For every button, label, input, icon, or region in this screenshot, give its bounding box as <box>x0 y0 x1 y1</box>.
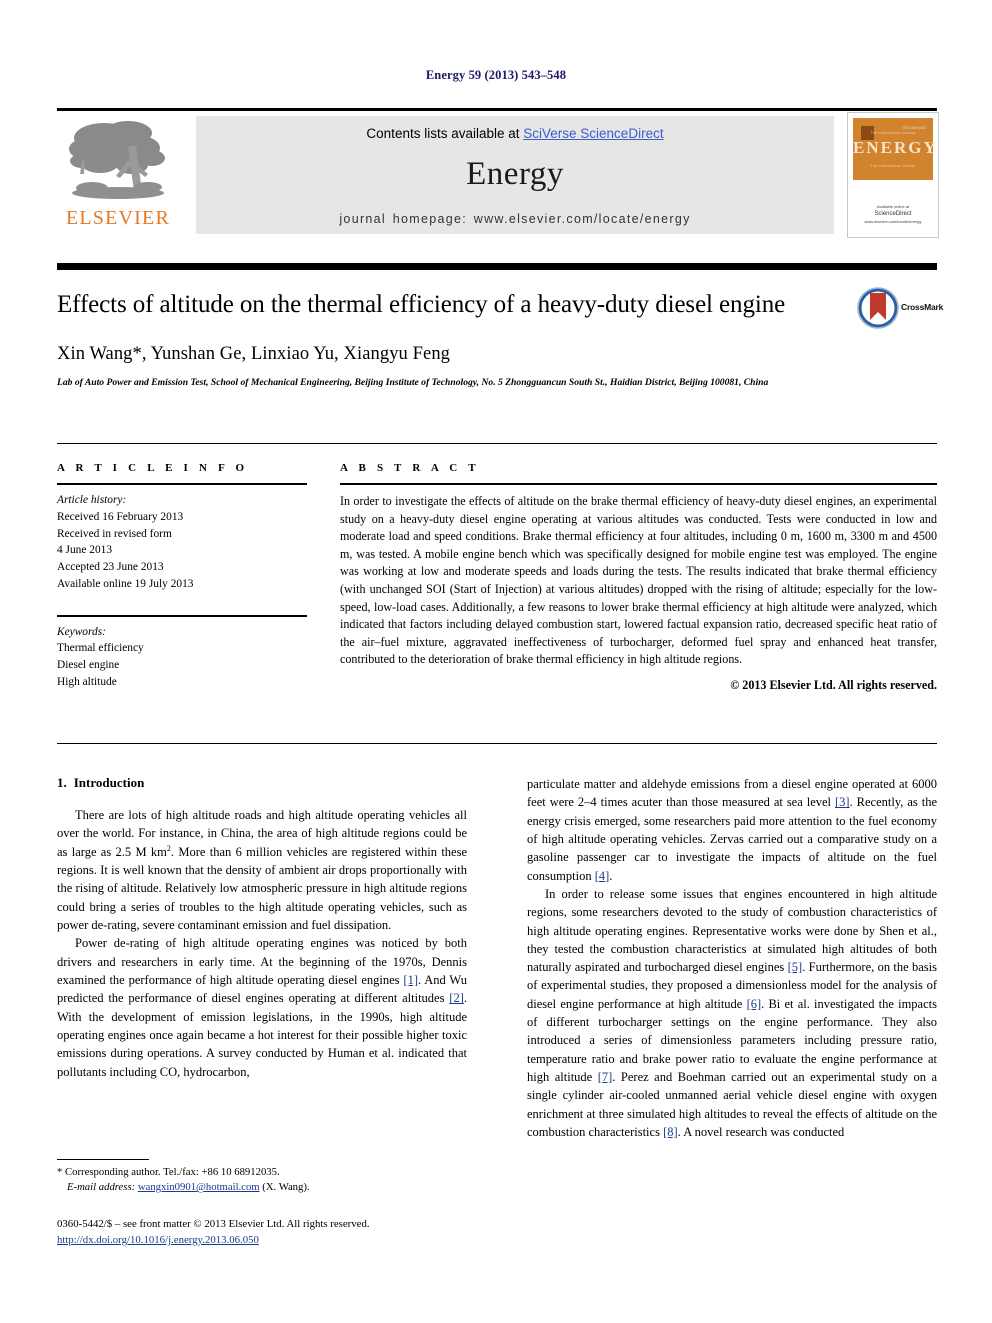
cover-orange-band: ISSN 0360-5442 The International Journal… <box>853 118 938 180</box>
article-info-heading: A R T I C L E I N F O <box>57 462 249 474</box>
paragraph: There are lots of high altitude roads an… <box>57 806 467 934</box>
author-list: Xin Wang*, Yunshan Ge, Linxiao Yu, Xiang… <box>57 344 847 365</box>
cover-footer: Available online at ScienceDirect www.el… <box>848 204 938 225</box>
issn-copyright-line: 0360-5442/$ – see front matter © 2013 El… <box>57 1218 370 1230</box>
affiliation: Lab of Auto Power and Emission Test, Sch… <box>57 376 769 388</box>
paragraph: In order to release some issues that eng… <box>527 885 937 1141</box>
doi-link[interactable]: http://dx.doi.org/10.1016/j.energy.2013.… <box>57 1234 259 1246</box>
corresponding-author-note: * Corresponding author. Tel./fax: +86 10… <box>57 1166 280 1178</box>
section-title: Introduction <box>73 775 145 790</box>
journal-cover-thumbnail[interactable]: ISSN 0360-5442 The International Journal… <box>847 112 939 238</box>
sciencedirect-link[interactable]: SciVerse ScienceDirect <box>523 126 663 141</box>
abstract-heading: A B S T R A C T <box>340 462 480 474</box>
history-item: Received 16 February 2013 <box>57 510 184 523</box>
email-label: E-mail address: <box>67 1181 136 1194</box>
history-item: 4 June 2013 <box>57 544 113 557</box>
email-suffix: (X. Wang). <box>259 1181 310 1194</box>
crossmark-label: CrossMark <box>901 302 944 312</box>
history-item: Accepted 23 June 2013 <box>57 561 164 574</box>
journal-masthead: ELSEVIER Contents lists available at Sci… <box>57 108 939 270</box>
journal-homepage-line[interactable]: journal homepage: www.elsevier.com/locat… <box>196 212 834 226</box>
citation-link-1[interactable]: [1] <box>403 973 418 987</box>
keyword-item: High altitude <box>57 675 117 688</box>
keyword-item: Diesel engine <box>57 659 120 672</box>
abstract-text: In order to investigate the effects of a… <box>340 494 937 667</box>
rp2-segment-e: . A novel research was conducted <box>677 1124 845 1139</box>
cover-top-micro-text: The International Journal <box>870 131 916 135</box>
cover-bottom-micro-text: The International Journal <box>870 164 916 168</box>
cover-issn-text: ISSN 0360-5442 <box>902 126 926 130</box>
crossmark-icon <box>857 287 899 329</box>
masthead-top-rule <box>57 108 937 111</box>
imprint-block: 0360-5442/$ – see front matter © 2013 El… <box>57 1216 527 1248</box>
keywords-rule <box>57 614 307 617</box>
imprint-rule <box>57 1208 937 1209</box>
crossmark-badge[interactable]: CrossMark <box>857 287 945 331</box>
masthead-center-panel: Contents lists available at SciVerse Sci… <box>196 116 834 234</box>
elsevier-tree-icon <box>69 121 165 199</box>
abstract-copyright: © 2013 Elsevier Ltd. All rights reserved… <box>730 677 937 692</box>
abstract-rule <box>340 483 937 485</box>
cover-band-title: ENERGY <box>853 138 938 157</box>
title-block: Effects of altitude on the thermal effic… <box>57 288 847 389</box>
rp1-segment-c: . <box>609 868 613 883</box>
keywords-label: Keywords: <box>57 625 106 638</box>
contents-available-line: Contents lists available at SciVerse Sci… <box>196 116 834 141</box>
footnote-block: * Corresponding author. Tel./fax: +86 10… <box>57 1165 477 1195</box>
citation-link-2[interactable]: [2] <box>449 991 464 1005</box>
keywords-block: Keywords: Thermal efficiency Diesel engi… <box>57 624 307 691</box>
section-number: 1. <box>57 775 67 790</box>
article-history-block: Article history: Received 16 February 20… <box>57 492 307 593</box>
citation-link-6[interactable]: [6] <box>747 997 762 1011</box>
info-section-top-rule <box>57 443 937 444</box>
article-info-rule <box>57 483 307 485</box>
body-column-left: 1. Introduction There are lots of high al… <box>57 775 467 1081</box>
body-column-right: particulate matter and aldehyde emission… <box>527 775 937 1141</box>
info-section-bottom-rule <box>57 743 937 744</box>
abstract-column: A B S T R A C T In order to investigate … <box>340 462 937 693</box>
citation-link-5[interactable]: [5] <box>788 960 803 974</box>
journal-title: Energy <box>466 156 564 192</box>
elsevier-wordmark: ELSEVIER <box>65 207 171 229</box>
elsevier-logo: ELSEVIER <box>57 116 179 234</box>
history-item: Available online 19 July 2013 <box>57 577 194 590</box>
contents-prefix: Contents lists available at <box>366 126 524 141</box>
citation-link-8[interactable]: [8] <box>663 1125 678 1139</box>
cover-footer-brand: ScienceDirect <box>874 211 912 217</box>
journal-article-page: Energy 59 (2013) 543–548 ELSEVIER Conten… <box>0 0 992 1323</box>
citation-link-7[interactable]: [7] <box>598 1070 613 1084</box>
keyword-item: Thermal efficiency <box>57 642 144 655</box>
citation-link-4[interactable]: [4] <box>595 869 610 883</box>
author-names: Xin Wang*, Yunshan Ge, Linxiao Yu, Xiang… <box>57 343 451 364</box>
running-head: Energy 59 (2013) 543–548 <box>425 68 567 82</box>
citation-link-3[interactable]: [3] <box>835 795 850 809</box>
article-history-label: Article history: <box>57 494 127 506</box>
cover-footer-sub: www.elsevier.com/locate/energy <box>864 219 922 224</box>
masthead-bottom-rule <box>57 263 937 270</box>
history-item: Received in revised form <box>57 527 172 540</box>
email-link[interactable]: wangxin0901@hotmail.com <box>138 1181 260 1193</box>
email-note: E-mail address: wangxin0901@hotmail.com … <box>57 1180 477 1195</box>
section-heading-introduction: 1. Introduction <box>57 775 467 791</box>
article-info-column: A R T I C L E I N F O Article history: R… <box>57 462 307 691</box>
paragraph: Power de-rating of high altitude operati… <box>57 934 467 1081</box>
paragraph: particulate matter and aldehyde emission… <box>527 775 937 885</box>
paragraph-text-p1: There are lots of high altitude roads an… <box>57 808 467 933</box>
page-title: Effects of altitude on the thermal effic… <box>57 291 786 318</box>
footnote-separator-rule <box>57 1159 149 1160</box>
